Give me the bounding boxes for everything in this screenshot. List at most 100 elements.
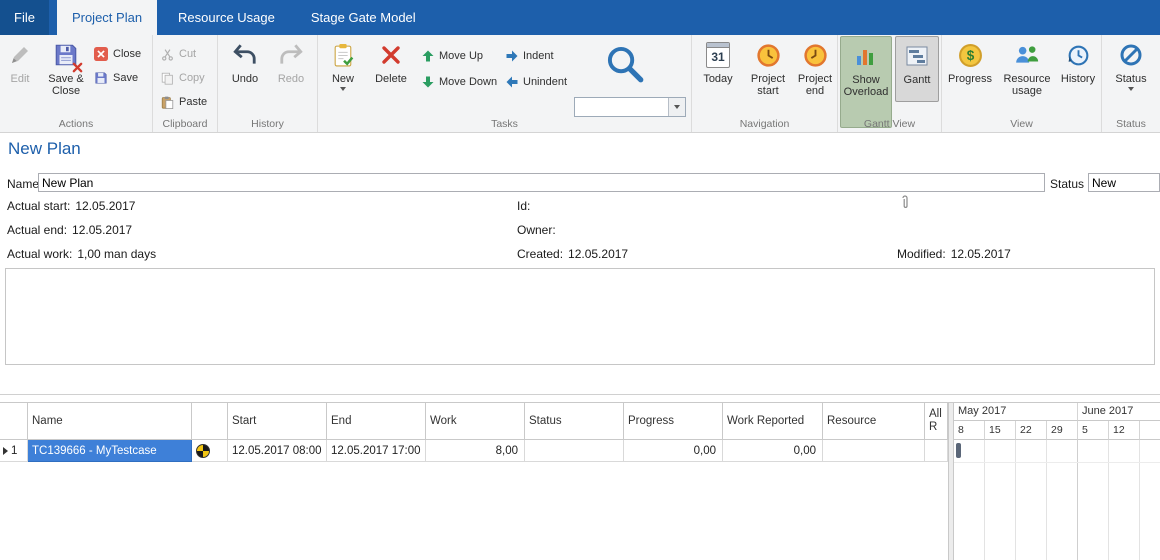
delete-task-label: Delete [375, 73, 407, 85]
column-header-name[interactable]: Name [28, 403, 192, 440]
column-header-progress[interactable]: Progress [624, 403, 723, 440]
gantt-label: Gantt [904, 74, 931, 86]
actual-end-label: Actual end: [7, 223, 67, 237]
owner-label: Owner: [517, 223, 556, 237]
column-header-start[interactable]: Start [228, 403, 327, 440]
tab-project-plan[interactable]: Project Plan [57, 0, 157, 35]
redo-button[interactable]: Redo [270, 39, 312, 85]
actual-work-value: 1,00 man days [77, 247, 156, 261]
cell-resource[interactable] [823, 440, 925, 462]
column-header-status[interactable]: Status [525, 403, 624, 440]
tab-stage-gate-model[interactable]: Stage Gate Model [296, 0, 431, 35]
actual-work-row: Actual work: 1,00 man days [7, 247, 156, 261]
people-icon [1014, 39, 1040, 71]
tab-resource-usage[interactable]: Resource Usage [163, 0, 290, 35]
undo-button[interactable]: Undo [224, 39, 266, 85]
cell-start[interactable]: 12.05.2017 08:00 [228, 440, 327, 462]
project-end-button[interactable]: Project end [794, 39, 836, 97]
cut-button[interactable]: Cut [161, 45, 196, 63]
progress-button[interactable]: $ Progress [944, 39, 996, 85]
column-header-resource[interactable]: Resource [823, 403, 925, 440]
timeline-week-blank [1140, 421, 1160, 440]
cell-work-reported[interactable]: 0,00 [723, 440, 823, 462]
indent-arrow-icon [506, 50, 518, 62]
cell-work[interactable]: 8,00 [426, 440, 525, 462]
status-button-label: Status [1115, 73, 1146, 85]
created-row: Created:12.05.2017 [517, 247, 628, 261]
id-label: Id: [517, 199, 530, 213]
gantt-task-marker[interactable] [956, 443, 961, 458]
row-indicator-cell[interactable]: 1 [0, 440, 28, 462]
column-header-end[interactable]: End [327, 403, 426, 440]
search-icon[interactable] [604, 43, 646, 85]
column-header-work-reported[interactable]: Work Reported [723, 403, 823, 440]
cell-name[interactable]: TC139666 - MyTestcase [28, 440, 192, 462]
chevron-down-icon [674, 105, 680, 109]
undo-arrow-icon [232, 39, 258, 71]
status-button[interactable]: Status [1106, 39, 1156, 91]
save-close-icon [53, 39, 79, 71]
ribbon-group-gantt-view: Show Overload Gantt Gantt View [838, 35, 942, 132]
modified-row: Modified:12.05.2017 [897, 247, 1011, 261]
actual-work-label: Actual work: [7, 247, 72, 261]
timeline-month-may: May 2017 [954, 403, 1078, 421]
search-combobox[interactable] [574, 97, 686, 117]
app-window: File Project Plan Resource Usage Stage G… [0, 0, 1160, 560]
column-header-all-resources[interactable]: All R [925, 403, 948, 440]
cell-icon[interactable] [192, 440, 228, 462]
cell-end[interactable]: 12.05.2017 17:00 [327, 440, 426, 462]
today-button[interactable]: 31 Today [696, 39, 740, 85]
name-input[interactable] [38, 173, 1045, 192]
timeline-week-15: 15 [985, 421, 1016, 440]
group-label-clipboard: Clipboard [153, 118, 217, 130]
ribbon-group-clipboard: Cut Copy Paste Clipboard [153, 35, 218, 132]
actual-end-value: 12.05.2017 [72, 223, 132, 237]
move-up-label: Move Up [439, 50, 483, 62]
cell-progress[interactable]: 0,00 [624, 440, 723, 462]
history-view-button[interactable]: History [1056, 39, 1100, 85]
delete-task-button[interactable]: Delete [368, 39, 414, 85]
project-end-label: Project end [794, 73, 836, 97]
show-overload-toggle[interactable]: Show Overload [840, 36, 892, 128]
timeline-week-22: 22 [1016, 421, 1047, 440]
project-start-button[interactable]: Project start [744, 39, 792, 97]
move-down-button[interactable]: Move Down [422, 73, 497, 91]
save-and-close-button[interactable]: Save & Close [42, 39, 90, 97]
progress-label: Progress [948, 73, 992, 85]
tab-file[interactable]: File [0, 0, 49, 35]
column-header-icon[interactable] [192, 403, 228, 440]
paste-clipboard-icon [161, 96, 174, 109]
gantt-bars-icon [905, 40, 929, 72]
close-button[interactable]: Close [94, 45, 141, 63]
paste-button[interactable]: Paste [161, 93, 207, 111]
resource-usage-button[interactable]: Resource usage [999, 39, 1055, 97]
search-combo-dropdown-button[interactable] [668, 98, 685, 116]
save-button[interactable]: Save [94, 69, 138, 87]
ribbon-tabbar: File Project Plan Resource Usage Stage G… [0, 0, 1160, 35]
unindent-button[interactable]: Unindent [506, 73, 567, 91]
gantt-toggle[interactable]: Gantt [895, 36, 939, 102]
column-header-work[interactable]: Work [426, 403, 525, 440]
move-up-button[interactable]: Move Up [422, 47, 483, 65]
project-start-label: Project start [744, 73, 792, 97]
ribbon-group-view: $ Progress Resource usage History View [942, 35, 1102, 132]
indent-button[interactable]: Indent [506, 47, 554, 65]
paperclip-icon[interactable] [900, 194, 910, 210]
actual-start-row: Actual start:12.05.2017 [7, 199, 135, 213]
copy-button[interactable]: Copy [161, 69, 205, 87]
timeline-week-8: 8 [954, 421, 985, 440]
search-input[interactable] [575, 98, 668, 116]
ribbon-group-history: Undo Redo History [218, 35, 318, 132]
cell-status[interactable] [525, 440, 624, 462]
horizontal-splitter[interactable] [0, 394, 1160, 395]
actual-start-value: 12.05.2017 [75, 199, 135, 213]
move-down-arrow-icon [422, 76, 434, 88]
edit-button[interactable]: Edit [2, 39, 38, 85]
timeline-week-12: 12 [1109, 421, 1140, 440]
status-input[interactable] [1088, 173, 1160, 192]
description-textarea[interactable] [5, 268, 1155, 365]
show-overload-label: Show Overload [841, 74, 891, 98]
new-task-button[interactable]: New [324, 39, 362, 91]
status-field-label: Status [1050, 177, 1084, 191]
cell-all-resources[interactable] [925, 440, 948, 462]
